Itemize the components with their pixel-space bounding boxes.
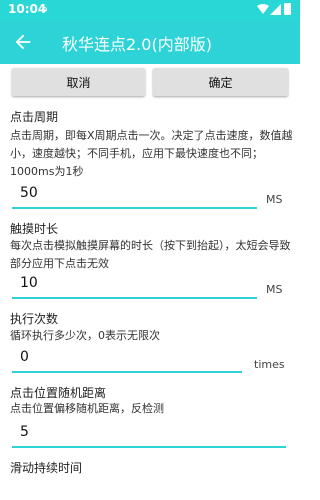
touch-duration-description: 每次点击模拟触摸屏幕的时长（按下到抬起），太短会导致部分应用下点击无效 bbox=[10, 239, 291, 270]
touch-duration-unit: MS bbox=[266, 283, 283, 296]
repeat-count-input[interactable]: 0 bbox=[12, 349, 242, 373]
click-period-unit: MS bbox=[266, 193, 283, 206]
app-bar: 秋华连点2.0(内部版) bbox=[0, 20, 300, 64]
random-offset-value: 5 bbox=[20, 424, 29, 440]
click-period-value: 50 bbox=[20, 185, 38, 201]
swipe-duration-label: 滑动持续时间 bbox=[10, 461, 83, 475]
random-offset-input[interactable]: 5 bbox=[12, 424, 286, 448]
confirm-button[interactable]: 确定 bbox=[153, 68, 288, 96]
repeat-count-label: 执行次数 bbox=[10, 312, 59, 326]
touch-duration-input[interactable]: 10 bbox=[12, 275, 257, 299]
repeat-count-unit: times bbox=[254, 358, 285, 371]
back-arrow-icon[interactable] bbox=[12, 31, 34, 53]
battery-icon bbox=[284, 3, 291, 15]
status-time: 10:04 bbox=[8, 2, 47, 16]
wifi-icon bbox=[257, 4, 269, 14]
signal-icon bbox=[270, 4, 281, 15]
random-offset-description: 点击位置偏移随机距离，反检测 bbox=[10, 402, 164, 415]
random-offset-label: 点击位置随机距离 bbox=[10, 386, 107, 400]
repeat-count-value: 0 bbox=[20, 349, 29, 365]
click-period-description: 点击周期，即每X周期点击一次。决定了点击速度，数值越小，速度越快；不同手机，应用… bbox=[10, 129, 293, 178]
cancel-button[interactable]: 取消 bbox=[12, 68, 145, 96]
touch-duration-value: 10 bbox=[20, 275, 38, 291]
notification-dot-icon bbox=[42, 7, 47, 12]
status-bar: 10:04 bbox=[0, 0, 300, 20]
page-title: 秋华连点2.0(内部版) bbox=[62, 35, 212, 54]
click-period-input[interactable]: 50 bbox=[12, 185, 257, 209]
click-period-label: 点击周期 bbox=[10, 110, 59, 124]
repeat-count-description: 循环执行多少次，0表示无限次 bbox=[10, 329, 160, 342]
touch-duration-label: 触摸时长 bbox=[10, 222, 59, 236]
